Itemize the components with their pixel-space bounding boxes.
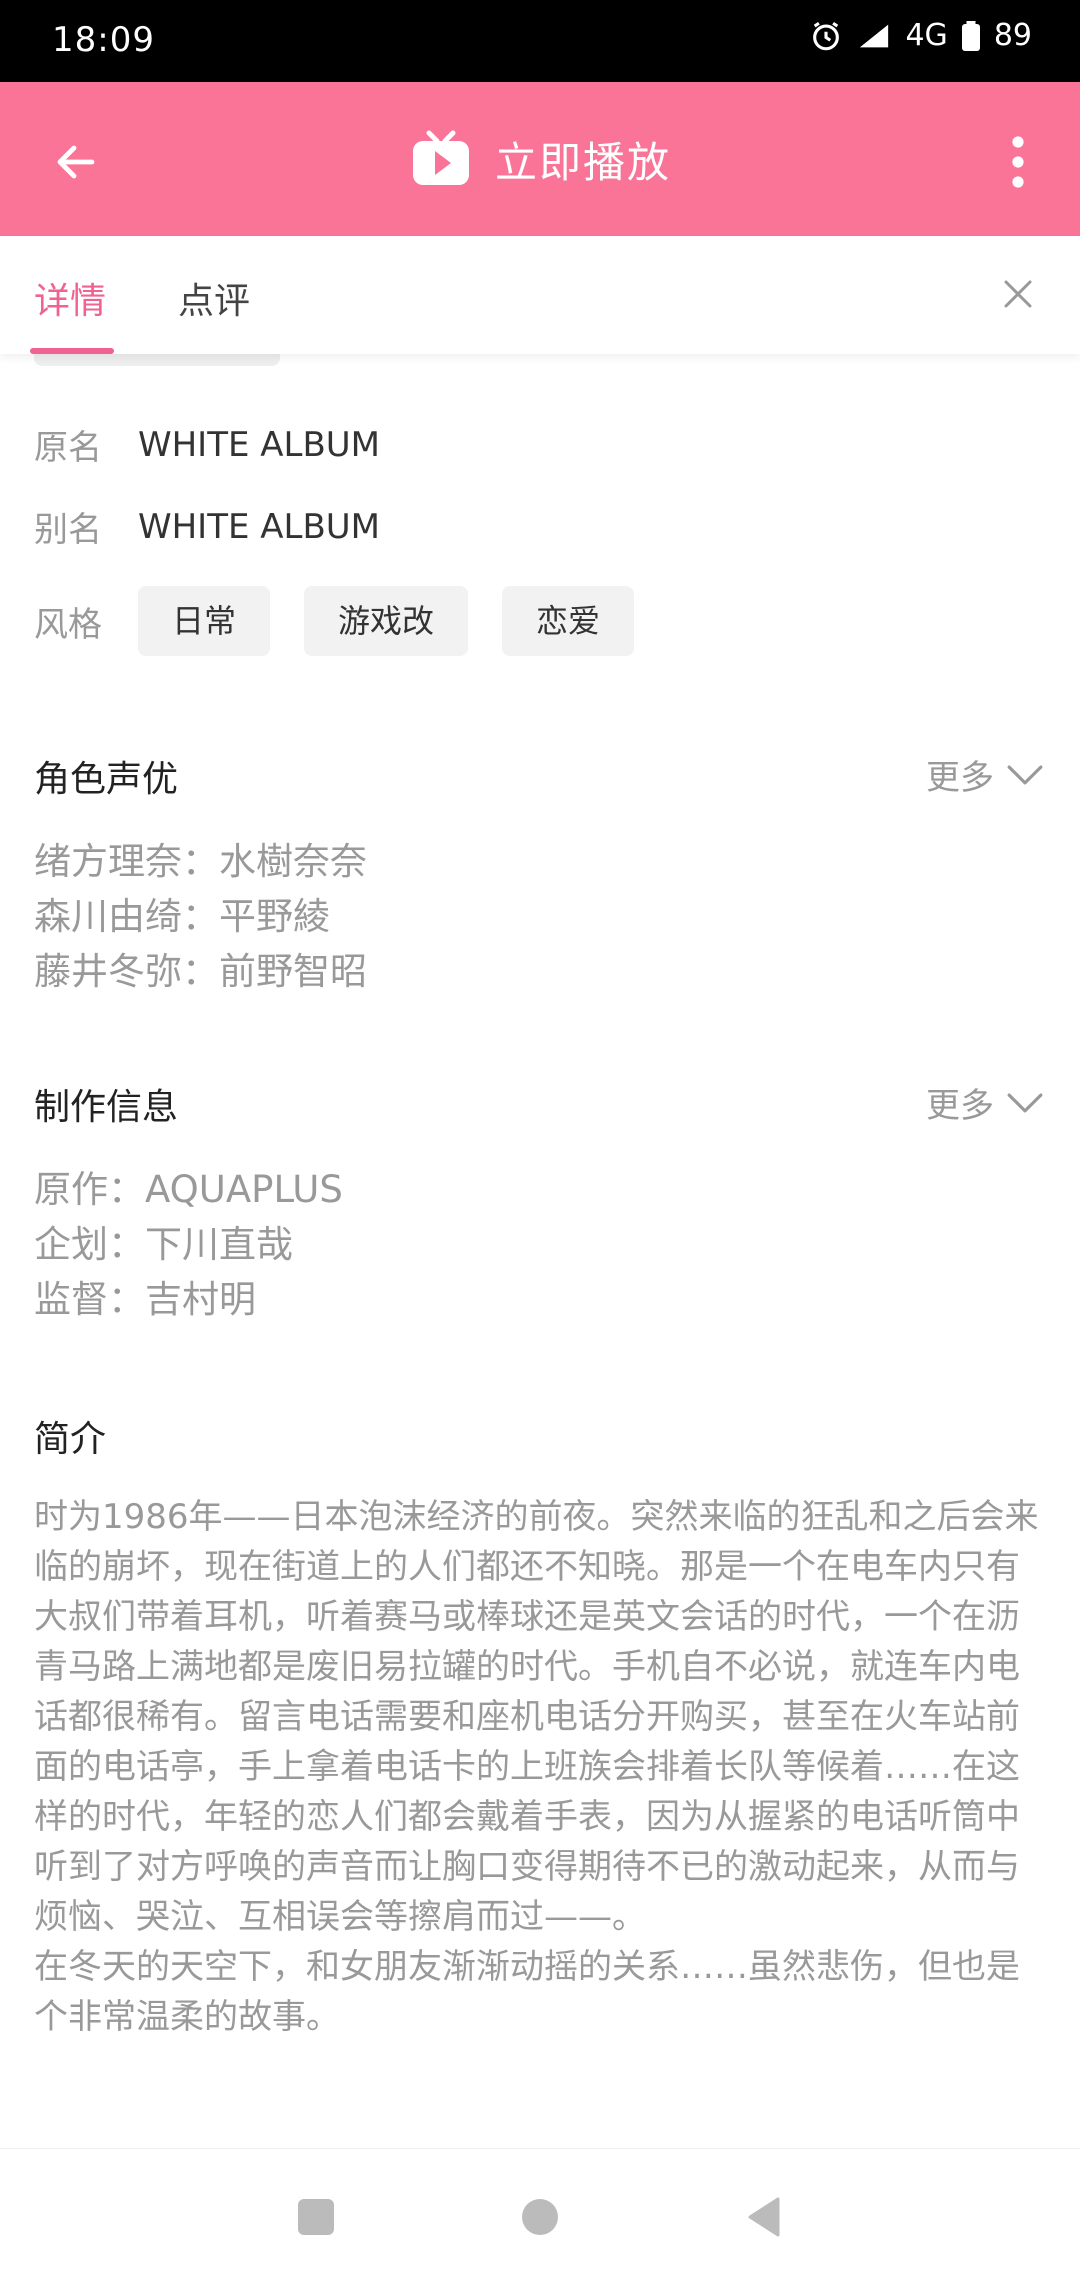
home-button[interactable] xyxy=(512,2189,568,2245)
chevron-down-icon xyxy=(1007,1093,1043,1112)
network-type: 4G xyxy=(905,18,948,53)
synopsis-paragraph: 在冬天的天空下，和女朋友渐渐动摇的关系……虽然悲伤，但也是个非常温柔的故事。 xyxy=(34,1947,1020,2037)
tab-indicator xyxy=(30,348,114,354)
tab-details[interactable]: 详情 xyxy=(34,272,106,324)
app-title: 立即播放 xyxy=(494,137,671,187)
status-time: 18:09 xyxy=(52,20,155,60)
style-tag[interactable]: 恋爱 xyxy=(502,586,635,656)
system-nav-bar xyxy=(0,2148,1080,2280)
synopsis-paragraph: 时为1986年——日本泡沫经济的前夜。突然来临的狂乱和之后会来临的崩坏，现在街道… xyxy=(34,1497,1039,1937)
square-icon xyxy=(298,2199,334,2235)
synopsis-section-title: 简介 xyxy=(34,1419,107,1460)
production-list: 原作：AQUAPLUS 企划：下川直哉 监督：吉村明 xyxy=(34,1162,343,1327)
tab-bar: 详情 点评 xyxy=(0,236,1080,354)
original-name-row: 原名 WHITE ALBUM xyxy=(34,420,380,469)
cast-more-label: 更多 xyxy=(926,758,994,798)
triangle-back-icon xyxy=(748,2197,780,2237)
app-bar: 立即播放 xyxy=(0,82,1080,236)
production-more-button[interactable]: 更多 xyxy=(926,1078,1044,1127)
original-name-value: WHITE ALBUM xyxy=(138,424,381,465)
style-tag[interactable]: 日常 xyxy=(138,586,271,656)
status-icons: 4G 89 xyxy=(809,18,1032,53)
style-row: 风格 日常 游戏改 恋爱 xyxy=(34,586,635,656)
cast-list: 绪方理奈：水樹奈奈 森川由绮：平野綾 藤井冬弥：前野智昭 xyxy=(34,834,367,999)
list-item: 森川由绮：平野綾 xyxy=(34,895,330,938)
close-icon xyxy=(1004,280,1032,308)
play-now-button[interactable]: 立即播放 xyxy=(0,82,1080,236)
list-item: 藤井冬弥：前野智昭 xyxy=(34,950,367,993)
more-options-button[interactable] xyxy=(982,126,1054,198)
style-tag[interactable]: 游戏改 xyxy=(304,586,469,656)
list-item: 原作：AQUAPLUS xyxy=(34,1168,343,1211)
style-label: 风格 xyxy=(34,604,102,645)
battery-icon xyxy=(961,20,980,51)
list-item: 绪方理奈：水樹奈奈 xyxy=(34,840,367,883)
production-more-label: 更多 xyxy=(926,1086,994,1126)
cast-section-title: 角色声优 xyxy=(34,759,179,800)
list-item: 企划：下川直哉 xyxy=(34,1223,293,1266)
status-bar: 18:09 4G 89 xyxy=(0,0,1080,82)
more-vert-icon xyxy=(1012,136,1024,188)
list-item: 监督：吉村明 xyxy=(34,1278,256,1321)
tab-reviews[interactable]: 点评 xyxy=(178,272,250,324)
battery-level: 89 xyxy=(993,18,1032,53)
back-nav-button[interactable] xyxy=(736,2189,792,2245)
alarm-icon xyxy=(809,19,843,53)
recents-button[interactable] xyxy=(288,2189,344,2245)
alias-value: WHITE ALBUM xyxy=(138,506,381,547)
signal-icon xyxy=(857,21,891,51)
close-button[interactable] xyxy=(982,258,1054,330)
circle-icon xyxy=(522,2199,558,2235)
tv-play-icon xyxy=(412,130,469,185)
alias-row: 别名 WHITE ALBUM xyxy=(34,502,380,551)
production-section-title: 制作信息 xyxy=(34,1087,179,1128)
chevron-down-icon xyxy=(1007,764,1043,784)
synopsis-text: 时为1986年——日本泡沫经济的前夜。突然来临的狂乱和之后会来临的崩坏，现在街道… xyxy=(34,1492,1046,2042)
original-name-label: 原名 xyxy=(34,428,102,468)
style-tags: 日常 游戏改 恋爱 xyxy=(138,586,635,656)
alias-label: 别名 xyxy=(34,510,102,550)
cast-more-button[interactable]: 更多 xyxy=(926,750,1044,799)
